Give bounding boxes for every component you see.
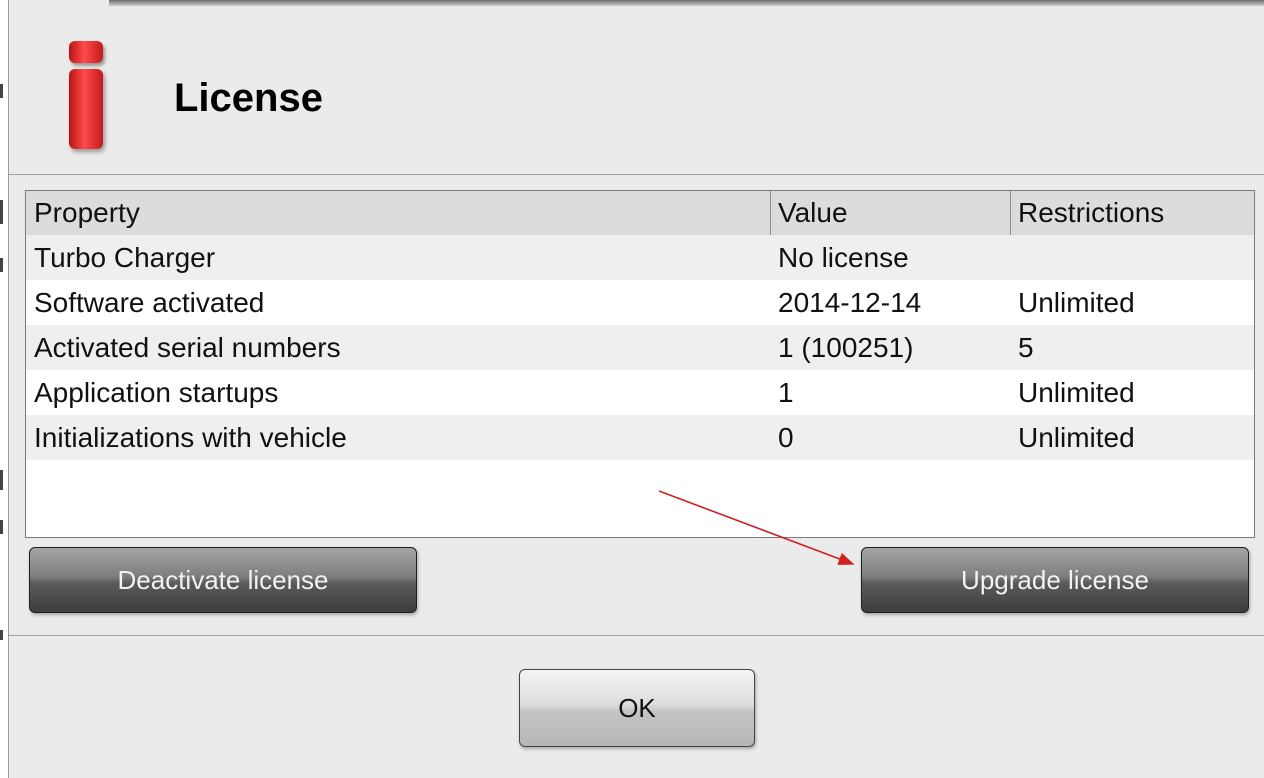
column-separator: [1010, 191, 1011, 235]
dialog-title: License: [174, 76, 323, 120]
column-header-property[interactable]: Property: [34, 191, 140, 235]
restrictions-cell: Unlimited: [1018, 377, 1135, 408]
restrictions-cell: 5: [1018, 332, 1034, 363]
column-header-value[interactable]: Value: [778, 191, 848, 235]
table-row[interactable]: Activated serial numbers 1 (100251) 5: [26, 325, 1254, 370]
dialog-header: License: [9, 6, 1264, 175]
column-header-restrictions[interactable]: Restrictions: [1018, 191, 1164, 235]
value-cell: 1 (100251): [778, 332, 914, 363]
property-cell: Initializations with vehicle: [34, 422, 347, 453]
property-cell: Activated serial numbers: [34, 332, 341, 363]
column-separator: [770, 191, 771, 235]
ok-button[interactable]: OK: [519, 669, 755, 747]
property-cell: Turbo Charger: [34, 242, 216, 273]
value-cell: 0: [778, 422, 794, 453]
table-row[interactable]: Initializations with vehicle 0 Unlimited: [26, 415, 1254, 460]
restrictions-cell: Unlimited: [1018, 422, 1135, 453]
value-cell: No license: [778, 242, 909, 273]
table-row[interactable]: Software activated 2014-12-14 Unlimited: [26, 280, 1254, 325]
restrictions-cell: Unlimited: [1018, 287, 1135, 318]
property-cell: Software activated: [34, 287, 265, 318]
info-icon-dot: [69, 41, 103, 63]
dialog-content: Property Value Restrictions Turbo Charge…: [9, 175, 1264, 636]
table-row[interactable]: Application startups 1 Unlimited: [26, 370, 1254, 415]
table-header-row: Property Value Restrictions: [26, 191, 1254, 235]
deactivate-license-label: Deactivate license: [117, 564, 329, 595]
info-icon-bar: [69, 69, 103, 149]
dialog-footer: OK: [9, 636, 1264, 778]
table-row[interactable]: Turbo Charger No license: [26, 235, 1254, 280]
value-cell: 2014-12-14: [778, 287, 922, 318]
value-cell: 1: [778, 377, 794, 408]
property-cell: Application startups: [34, 377, 279, 408]
upgrade-license-button[interactable]: Upgrade license: [861, 547, 1249, 613]
info-icon: [63, 41, 109, 151]
license-dialog: License Property Value Restrictions Turb…: [8, 0, 1264, 778]
license-table[interactable]: Property Value Restrictions Turbo Charge…: [25, 190, 1255, 538]
ok-label: OK: [618, 692, 656, 723]
deactivate-license-button[interactable]: Deactivate license: [29, 547, 417, 613]
upgrade-license-label: Upgrade license: [961, 564, 1149, 595]
